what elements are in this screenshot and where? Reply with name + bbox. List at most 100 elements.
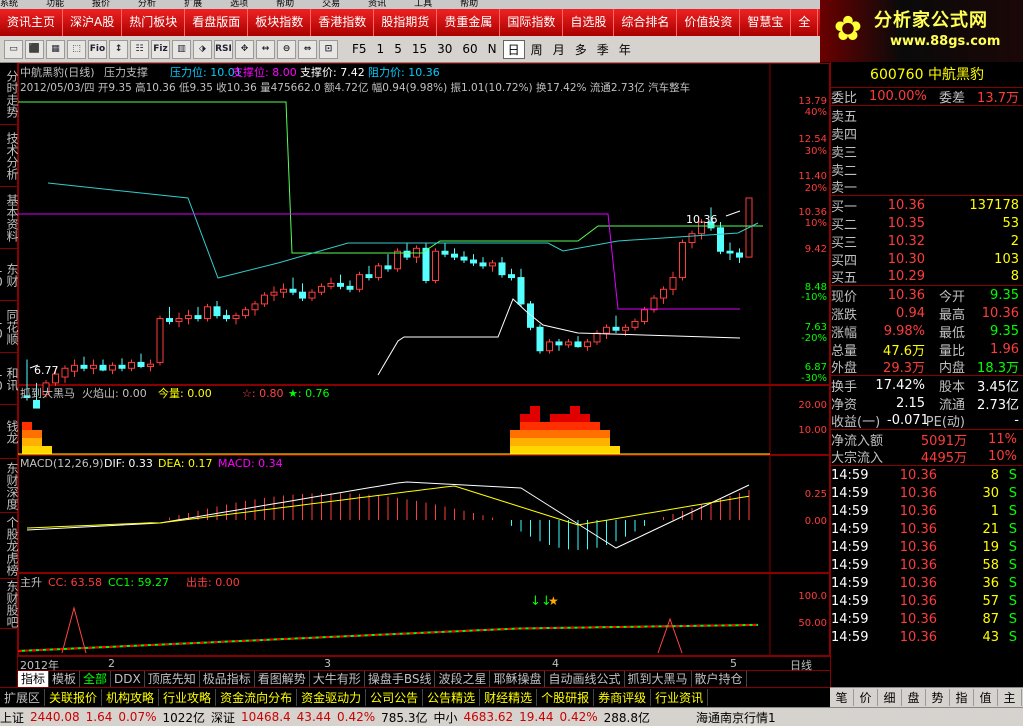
nav-item[interactable]: 贵重金属 bbox=[437, 9, 501, 36]
side-tab[interactable]: 和讯10 bbox=[0, 353, 18, 405]
menu-item[interactable]: 系统 bbox=[0, 0, 18, 9]
side-tab[interactable]: 同花顺10 bbox=[0, 301, 18, 353]
period-button[interactable]: 5 bbox=[390, 40, 406, 59]
nav-item[interactable]: 板块指数 bbox=[248, 9, 312, 36]
quote-tab[interactable]: 指 bbox=[950, 689, 974, 706]
nav-item[interactable]: 全 bbox=[791, 9, 819, 36]
extension-tab[interactable]: 行业资讯 bbox=[651, 689, 709, 706]
period-button[interactable]: 1 bbox=[373, 40, 389, 59]
extension-tab[interactable]: 财经精选 bbox=[480, 689, 538, 706]
menu-item[interactable]: 扩展 bbox=[184, 0, 202, 9]
toolbar-tool-icon[interactable]: Fiz bbox=[151, 39, 170, 59]
indicator-tab[interactable]: 自动画线公式 bbox=[545, 671, 625, 687]
toolbar-tool-icon[interactable]: ↕ bbox=[109, 39, 128, 59]
side-tab[interactable]: 东财10 bbox=[0, 249, 18, 301]
toolbar-tool-icon[interactable]: RSI bbox=[214, 39, 233, 59]
menu-item[interactable]: 帮助 bbox=[460, 0, 478, 9]
period-button[interactable]: 60 bbox=[458, 40, 481, 59]
menu-item[interactable]: 资讯 bbox=[368, 0, 386, 9]
nav-item[interactable]: 智慧宝 bbox=[740, 9, 792, 36]
period-button[interactable]: 15 bbox=[408, 40, 431, 59]
nav-item[interactable]: 股指期货 bbox=[374, 9, 438, 36]
period-button[interactable]: 日 bbox=[502, 39, 525, 59]
extension-tab[interactable]: 公告精选 bbox=[423, 689, 481, 706]
extension-tab[interactable]: 资金驱动力 bbox=[297, 689, 367, 706]
period-button[interactable]: 多 bbox=[571, 40, 591, 59]
toolbar-tool-icon[interactable]: ▥ bbox=[172, 39, 191, 59]
toolbar-tool-icon[interactable]: ⬗ bbox=[193, 39, 212, 59]
toolbar-tool-icon[interactable]: ⬚ bbox=[67, 39, 86, 59]
nav-item[interactable]: 价值投资 bbox=[677, 9, 741, 36]
indicator-tab[interactable]: 操盘手BS线 bbox=[365, 671, 436, 687]
indicator-tab[interactable]: 耶稣操盘 bbox=[490, 671, 546, 687]
toolbar-tool-icon[interactable]: ⊡ bbox=[319, 39, 338, 59]
indicator-tab[interactable]: 模板 bbox=[49, 671, 81, 687]
extension-tab[interactable]: 扩展区 bbox=[0, 689, 46, 706]
period-button[interactable]: 周 bbox=[527, 40, 547, 59]
nav-item[interactable]: 资讯主页 bbox=[0, 9, 64, 36]
side-tab[interactable]: 技术分析 bbox=[0, 125, 18, 187]
menu-item[interactable]: 交易 bbox=[322, 0, 340, 9]
kline-chart-svg[interactable]: 中航黑豹(日线) 压力支撑 压力位: 10.01支撑位: 8.00 支撑价: 7.42… bbox=[18, 63, 830, 656]
indicator-tab[interactable]: 极品指标 bbox=[200, 671, 255, 687]
extension-tab[interactable]: 资金流向分布 bbox=[216, 689, 298, 706]
toolbar-tool-icon[interactable]: ✥ bbox=[235, 39, 254, 59]
toolbar-tool-icon[interactable]: ↔ bbox=[256, 39, 275, 59]
indicator-tab[interactable]: 散户持仓 bbox=[692, 671, 747, 687]
side-tab[interactable]: 东财股吧 bbox=[0, 579, 18, 629]
toolbar-tool-icon[interactable]: ☷ bbox=[130, 39, 149, 59]
chart-area[interactable]: 中航黑豹(日线) 压力支撑 压力位: 10.01 支撑位: 8.00 支撑价: 7.42… bbox=[18, 63, 830, 656]
indicator-tab[interactable]: 指标 bbox=[18, 671, 50, 687]
menu-item[interactable]: 帮助 bbox=[276, 0, 294, 9]
indicator-tab[interactable]: 看图解势 bbox=[255, 671, 310, 687]
quote-tab[interactable]: 盘 bbox=[902, 689, 926, 706]
quote-tab[interactable]: 主 bbox=[998, 689, 1022, 706]
toolbar-tool-icon[interactable]: ⇔ bbox=[298, 39, 317, 59]
nav-item[interactable]: 热门板块 bbox=[122, 9, 186, 36]
side-tab[interactable]: 东财深度 bbox=[0, 459, 18, 513]
toolbar-tool-icon[interactable]: ⬛ bbox=[25, 39, 44, 59]
extension-tab[interactable]: 券商评级 bbox=[594, 689, 652, 706]
period-button[interactable]: 季 bbox=[593, 40, 613, 59]
nav-item[interactable]: 综合排名 bbox=[614, 9, 678, 36]
toolbar-tool-icon[interactable]: ⊖ bbox=[277, 39, 296, 59]
menu-item[interactable]: 报价 bbox=[92, 0, 110, 9]
quote-tab[interactable]: 笔 bbox=[830, 689, 854, 706]
indicator-tab[interactable]: 大牛有形 bbox=[310, 671, 365, 687]
menu-item[interactable]: 选项 bbox=[230, 0, 248, 9]
quote-tab[interactable]: 势 bbox=[926, 689, 950, 706]
menu-item[interactable]: 工具 bbox=[414, 0, 432, 9]
menu-item[interactable]: 功能 bbox=[46, 0, 64, 9]
nav-item[interactable]: 看盘版面 bbox=[185, 9, 249, 36]
extension-tab[interactable]: 行业攻略 bbox=[159, 689, 217, 706]
nav-item[interactable]: 自选股 bbox=[563, 9, 615, 36]
indicator-tab[interactable]: DDX bbox=[111, 671, 145, 687]
side-tab[interactable]: 分时走势 bbox=[0, 63, 18, 125]
period-button[interactable]: 年 bbox=[615, 40, 635, 59]
side-tab[interactable]: 基本资料 bbox=[0, 187, 18, 249]
nav-item[interactable]: 国际指数 bbox=[500, 9, 564, 36]
extension-tab[interactable]: 机构攻略 bbox=[102, 689, 160, 706]
indicator-tab[interactable]: 全部 bbox=[80, 671, 112, 687]
extension-tab[interactable]: 公司公告 bbox=[366, 689, 424, 706]
indicator-tab[interactable]: 波段之星 bbox=[435, 671, 491, 687]
extension-tab[interactable]: 个股研报 bbox=[537, 689, 595, 706]
period-button[interactable]: F5 bbox=[348, 40, 371, 59]
side-tab[interactable]: 个股龙虎榜 bbox=[0, 513, 18, 579]
toolbar-tool-icon[interactable]: ▦ bbox=[46, 39, 65, 59]
indicator-tab[interactable]: 抓到大黑马 bbox=[625, 671, 692, 687]
toolbar-tool-icon[interactable]: Fio bbox=[88, 39, 107, 59]
side-tab[interactable]: 钱龙 bbox=[0, 405, 18, 459]
period-button[interactable]: N bbox=[484, 40, 501, 59]
extension-tab[interactable]: 关联报价 bbox=[45, 689, 103, 706]
indicator-tab[interactable]: 顶底先知 bbox=[145, 671, 200, 687]
toolbar-tool-icon[interactable]: ▭ bbox=[4, 39, 23, 59]
nav-item[interactable]: 深沪A股 bbox=[63, 9, 123, 36]
quote-tab[interactable]: 值 bbox=[974, 689, 998, 706]
period-button[interactable]: 月 bbox=[549, 40, 569, 59]
quote-tab[interactable]: 细 bbox=[878, 689, 902, 706]
quote-tab[interactable]: 价 bbox=[854, 689, 878, 706]
nav-item[interactable]: 香港指数 bbox=[311, 9, 375, 36]
menu-item[interactable]: 分析 bbox=[138, 0, 156, 9]
period-button[interactable]: 30 bbox=[433, 40, 456, 59]
